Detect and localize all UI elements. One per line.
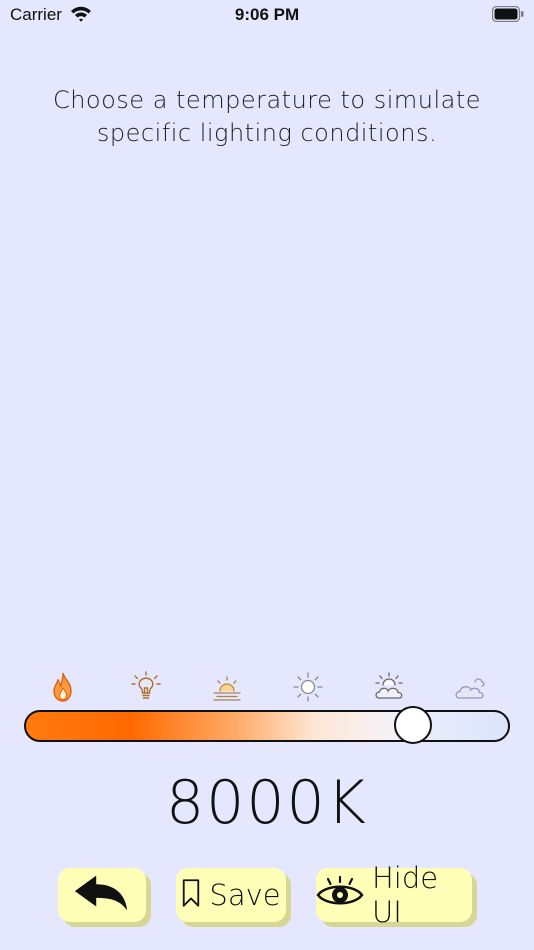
screen: Carrier 9:06 PM Choose a temperature to … bbox=[0, 0, 534, 950]
slider-track[interactable] bbox=[24, 710, 510, 742]
lightbulb-icon[interactable] bbox=[129, 670, 163, 704]
instruction-line-1: Choose a temperature to simulate bbox=[52, 86, 482, 114]
temperature-slider[interactable] bbox=[24, 706, 510, 744]
eye-icon bbox=[316, 875, 364, 915]
cloud-icon[interactable] bbox=[453, 670, 487, 704]
sunrise-icon[interactable] bbox=[210, 670, 244, 704]
back-arrow-icon bbox=[73, 873, 131, 917]
save-label: Save bbox=[209, 878, 281, 912]
back-button[interactable] bbox=[58, 868, 146, 922]
save-button[interactable]: Save bbox=[176, 868, 286, 922]
bookmark-icon bbox=[181, 878, 201, 912]
partly-cloudy-icon[interactable] bbox=[372, 670, 406, 704]
sun-icon[interactable] bbox=[291, 670, 325, 704]
temperature-value: 8000K bbox=[165, 768, 369, 838]
clock: 9:06 PM bbox=[234, 5, 300, 24]
hide-ui-button[interactable]: Hide UI bbox=[316, 861, 472, 929]
instruction-text: Choose a temperature to simulate specifi… bbox=[40, 84, 494, 150]
flame-icon[interactable] bbox=[46, 670, 80, 704]
hide-ui-label: Hide UI bbox=[372, 861, 439, 929]
status-bar: Carrier 9:06 PM bbox=[0, 0, 534, 32]
slider-thumb[interactable] bbox=[394, 706, 432, 744]
instruction-line-2: specific lighting conditions. bbox=[96, 119, 438, 147]
battery-icon bbox=[491, 5, 524, 23]
